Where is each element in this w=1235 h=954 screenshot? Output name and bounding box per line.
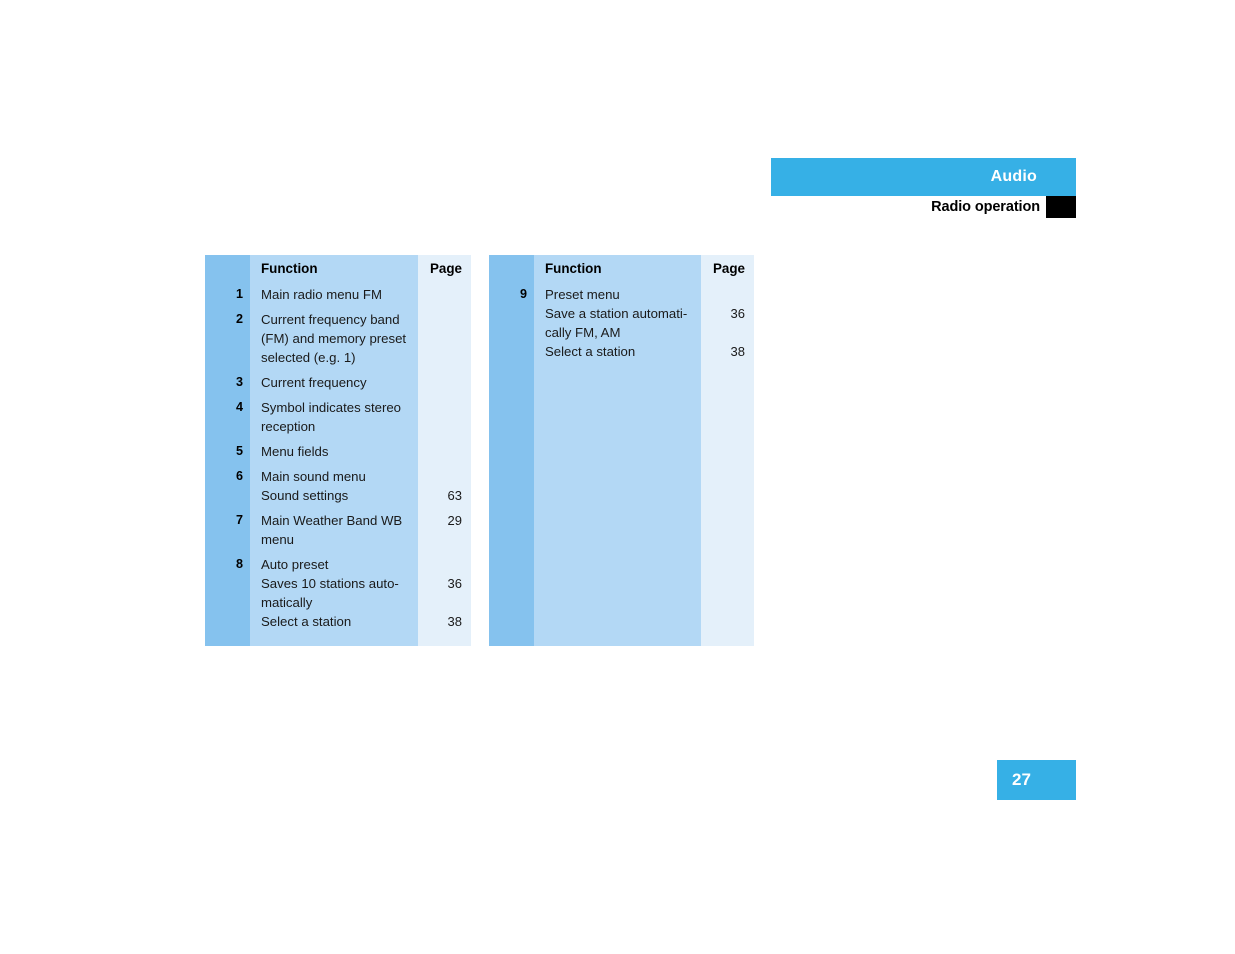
page-column: Page 63 29 36 38 — [418, 255, 471, 646]
function-column: Function Main radio menu FM Current frequ… — [250, 255, 418, 646]
function-text-line: Current frequency — [261, 375, 367, 390]
function-column-rows: Function Preset menu Save a station autom… — [534, 255, 701, 646]
legend-table-right: 9 Function Preset menu Save a station aut… — [489, 255, 754, 646]
row-page-number: 38 — [730, 344, 745, 359]
header-banner: Audio — [771, 158, 1076, 196]
function-text-line: Menu fields — [261, 444, 329, 459]
chapter-marker-tab — [1046, 196, 1076, 218]
row-page-number: 36 — [730, 306, 745, 321]
row-function-text: Current frequency — [261, 373, 414, 392]
header-subtitle-row: Radio operation — [771, 196, 1076, 219]
index-column: 1 2 3 4 5 6 7 8 — [205, 255, 250, 646]
function-text-line: Current frequency band — [261, 312, 400, 327]
function-text-line: selected (e.g. 1) — [261, 350, 356, 365]
row-page-number: 36 — [447, 576, 462, 591]
row-function-text: Symbol indicates stereo reception — [261, 398, 414, 436]
row-index-number: 7 — [235, 513, 243, 527]
function-text-line: Symbol indicates stereo — [261, 400, 402, 415]
column-header-page: Page — [712, 261, 745, 276]
row-index-number: 9 — [519, 287, 527, 301]
column-header-page: Page — [429, 261, 462, 276]
function-column: Function Preset menu Save a station autom… — [534, 255, 701, 646]
function-text-line: Sound settings — [261, 488, 349, 503]
page-column: Page 36 38 — [701, 255, 754, 646]
function-text-line: Save a station automati- — [545, 306, 688, 321]
row-function-text: Main Weather Band WB menu — [261, 511, 414, 549]
function-text-line: Preset menu — [545, 287, 620, 302]
function-text-line: Auto preset — [261, 557, 329, 572]
function-column-rows: Function Main radio menu FM Current frequ… — [250, 255, 418, 646]
function-text-line: cally FM, AM — [545, 325, 621, 340]
row-function-text: Current frequency band (FM) and memory pr… — [261, 310, 414, 367]
banner-title: Audio — [990, 168, 1037, 185]
row-index-number: 3 — [235, 375, 243, 389]
function-text-line: Select a station — [261, 614, 352, 629]
row-index-number: 8 — [235, 557, 243, 571]
page-number-box: 27 — [997, 760, 1076, 800]
row-index-number: 1 — [235, 287, 243, 301]
row-index-number: 2 — [235, 312, 243, 326]
function-text-line: Main Weather Band WB — [261, 513, 403, 528]
page-subtitle: Radio operation — [931, 199, 1040, 215]
function-text-line: Saves 10 stations auto- — [261, 576, 399, 591]
row-function-text: Main sound menu Sound settings — [261, 467, 414, 505]
function-text-line: Select a station — [545, 344, 636, 359]
page-column-rows: Page 63 29 36 38 — [418, 255, 471, 646]
index-column-rows: 1 2 3 4 5 6 7 8 — [205, 255, 250, 646]
row-page-number: 29 — [447, 513, 462, 528]
legend-table-left: 1 2 3 4 5 6 7 8 Function Main radio menu FM Curr… — [205, 255, 471, 646]
row-function-text: Main radio menu FM — [261, 285, 414, 304]
function-text-line: (FM) and memory preset — [261, 331, 407, 346]
index-column-rows: 9 — [489, 255, 534, 646]
function-text-line: menu — [261, 532, 294, 547]
column-header-function: Function — [545, 261, 602, 276]
row-index-number: 4 — [235, 400, 243, 414]
row-function-text: Preset menu Save a station automati-cally… — [545, 285, 697, 361]
row-index-number: 5 — [235, 444, 243, 458]
page-column-rows: Page 36 38 — [701, 255, 754, 646]
index-column: 9 — [489, 255, 534, 646]
function-text-line: Main radio menu FM — [261, 287, 382, 302]
function-text-line: reception — [261, 419, 316, 434]
row-page-number: 63 — [447, 488, 462, 503]
row-page-number: 38 — [447, 614, 462, 629]
column-header-function: Function — [261, 261, 318, 276]
function-text-line: matically — [261, 595, 313, 610]
page-number: 27 — [1012, 770, 1031, 789]
function-text-line: Main sound menu — [261, 469, 366, 484]
row-index-number: 6 — [235, 469, 243, 483]
row-function-text: Auto preset Saves 10 stations auto-matica… — [261, 555, 414, 631]
row-function-text: Menu fields — [261, 442, 414, 461]
